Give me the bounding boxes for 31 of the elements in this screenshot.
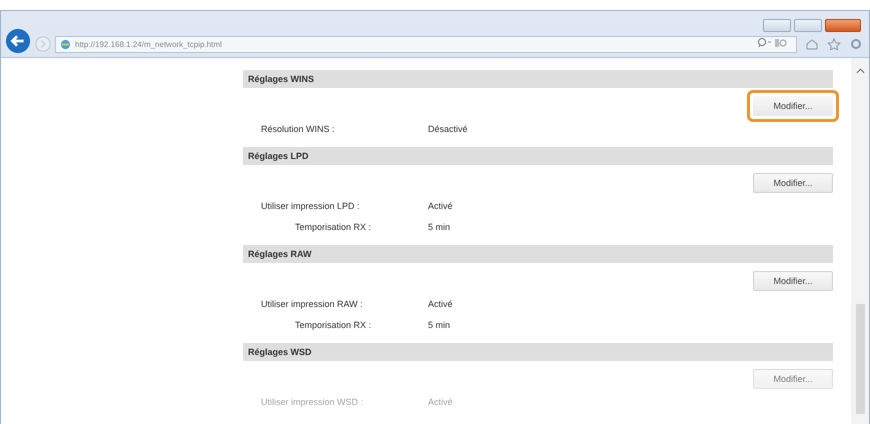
setting-label: Utiliser impression WSD : — [260, 396, 364, 406]
minimize-button[interactable] — [763, 19, 791, 32]
modify-button[interactable]: Modifier... — [753, 271, 833, 291]
star-icon[interactable] — [827, 38, 841, 50]
modify-button[interactable]: Modifier... — [747, 90, 839, 122]
home-icon[interactable] — [805, 38, 819, 50]
scroll-thumb[interactable] — [856, 304, 864, 414]
setting-label: Temporisation RX : — [294, 222, 372, 232]
setting-value: 5 min — [428, 320, 450, 330]
setting-label: Résolution WINS : — [260, 124, 336, 134]
setting-value: Activé — [428, 396, 453, 406]
setting-value: Activé — [428, 200, 453, 210]
modify-button[interactable]: Modifier... — [753, 173, 833, 193]
url-text: http://192.168.1.24/m_network_tcpip.html — [75, 40, 223, 48]
setting-value: Activé — [428, 298, 453, 308]
setting-label: Temporisation RX : — [294, 320, 372, 330]
section-header: Réglages LPD — [243, 147, 833, 165]
scrollbar[interactable] — [851, 58, 869, 424]
modify-button[interactable]: Modifier... — [753, 369, 833, 389]
scroll-up-icon[interactable] — [856, 68, 864, 74]
forward-icon[interactable] — [35, 36, 51, 52]
section-header: Réglages WINS — [243, 70, 833, 88]
setting-label: Utiliser impression RAW : — [260, 298, 364, 308]
setting-label: Utiliser impression LPD : — [260, 200, 361, 210]
section-header: Réglages RAW — [243, 245, 833, 263]
section-header: Réglages WSD — [243, 343, 833, 361]
maximize-button[interactable] — [794, 19, 822, 32]
close-button[interactable] — [825, 19, 861, 32]
setting-value: Désactivé — [428, 124, 468, 134]
setting-value: 5 min — [428, 222, 450, 232]
back-icon[interactable] — [5, 28, 31, 54]
